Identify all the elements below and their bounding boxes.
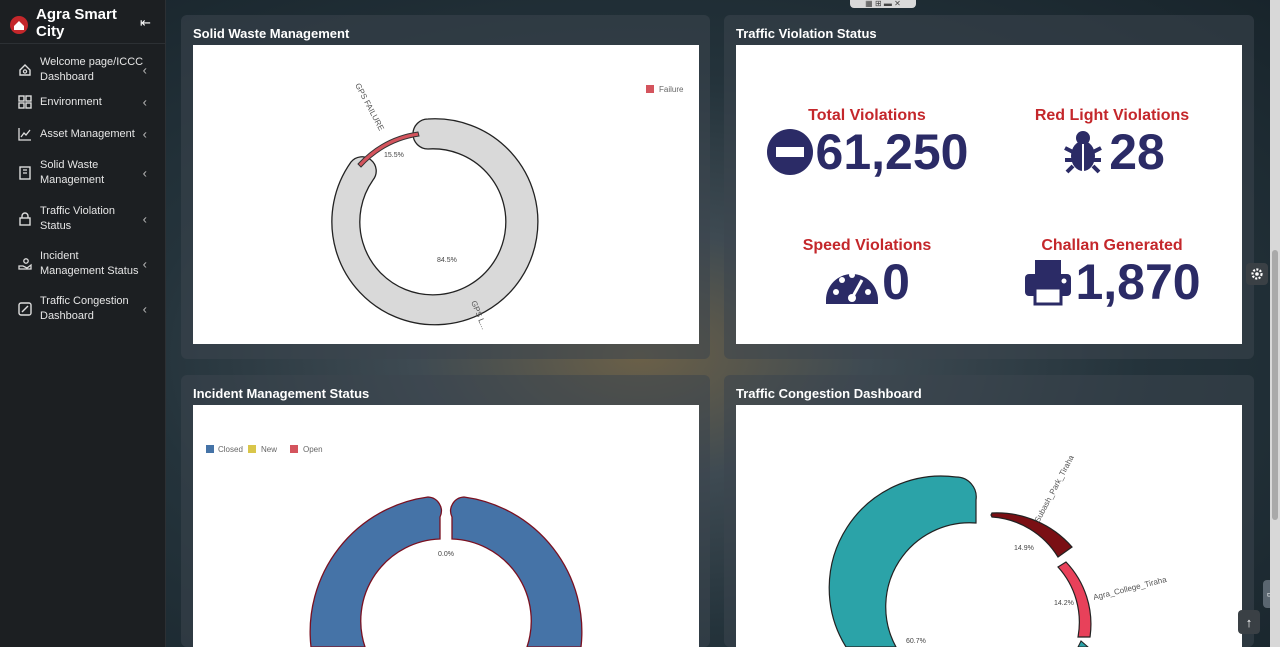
slice-value-label: 14.2% — [1054, 600, 1074, 607]
sidebar-item-label: Incident Management Status — [40, 250, 139, 277]
incident-management-card: Closed New Open 0.0% — [193, 405, 699, 647]
legend-label: Closed — [218, 445, 243, 454]
challan-generated-stat: Challan Generated 1,870 — [1002, 237, 1222, 309]
stat-value: 28 — [1109, 124, 1165, 180]
sidebar-item-environment[interactable]: Environment ‹ — [0, 86, 165, 118]
stat-value: 61,250 — [815, 124, 969, 180]
total-violations-stat: Total Violations 61,250 — [756, 107, 978, 179]
slice-category-label: GPS FAILURE — [353, 82, 386, 133]
slice-value-label: 84.5% — [437, 257, 457, 264]
hand-icon — [17, 256, 33, 272]
incident-donut-chart: Closed New Open 0.0% — [206, 445, 583, 647]
traffic-congestion-card: 14.9% 14.2% 60.7% Subash_Park_Tiraha Agr… — [736, 405, 1242, 647]
chevron-left-icon: ‹ — [142, 165, 147, 181]
panel-title: Traffic Congestion Dashboard — [736, 386, 922, 401]
solid-waste-card: Failure 15.5% 84.5% GPS FAILURE GPS L... — [193, 45, 699, 344]
sidebar-item-welcome[interactable]: Welcome page/ICCC Dashboard ‹ — [0, 54, 165, 86]
brand: Agra Smart City ⇤ — [0, 0, 165, 44]
chevron-left-icon: ‹ — [142, 94, 147, 110]
slice-value-label: 14.9% — [1014, 545, 1034, 552]
red-light-violations-stat: Red Light Violations 28 — [1002, 107, 1222, 179]
legend-swatch-open — [290, 445, 298, 453]
donut-slice-gps-l[interactable] — [331, 118, 539, 326]
slice-category-label: Subash_Park_Tiraha — [1033, 453, 1076, 524]
grid-icon — [17, 94, 33, 110]
donut-slice-closed-left[interactable] — [309, 496, 443, 647]
legend-label: Open — [303, 445, 323, 454]
donut-slice-small[interactable] — [1077, 640, 1089, 647]
page-scrollbar[interactable] — [1270, 0, 1280, 647]
sidebar-item-label: Traffic Congestion Dashboard — [40, 295, 129, 322]
speedometer-icon — [826, 272, 879, 304]
legend-label: New — [261, 445, 277, 454]
settings-gear-button[interactable] — [1246, 263, 1268, 285]
solid-waste-donut-chart: Failure 15.5% 84.5% GPS FAILURE GPS L... — [331, 82, 684, 331]
sidebar-item-label: Solid Waste Management — [40, 159, 105, 186]
chevron-left-icon: ‹ — [142, 301, 147, 317]
donut-slice-other[interactable] — [828, 475, 977, 647]
legend-swatch-closed — [206, 445, 214, 453]
collapse-sidebar-icon[interactable]: ⇤ — [140, 15, 151, 31]
sidebar-item-traffic-congestion[interactable]: Traffic Congestion Dashboard ‹ — [0, 286, 165, 332]
bookmark-icon — [17, 165, 33, 181]
sidebar-item-traffic-violation[interactable]: Traffic Violation Status ‹ — [0, 196, 165, 242]
city-logo-icon — [10, 16, 28, 34]
panel-title: Solid Waste Management — [193, 26, 350, 41]
slice-value-label: 15.5% — [384, 152, 404, 159]
donut-slice-closed-right[interactable] — [449, 496, 583, 647]
slice-value-label: 0.0% — [438, 551, 454, 558]
minus-circle-icon — [766, 129, 813, 175]
sidebar-item-solid-waste[interactable]: Solid Waste Management ‹ — [0, 150, 165, 196]
sidebar: Agra Smart City ⇤ Welcome page/ICCC Dash… — [0, 0, 166, 647]
stat-value: 0 — [882, 254, 910, 310]
slice-category-label: Agra_College_Tiraha — [1092, 575, 1168, 602]
traffic-congestion-donut-chart: 14.9% 14.2% 60.7% Subash_Park_Tiraha Agr… — [828, 453, 1168, 647]
sidebar-item-label: Welcome page/ICCC Dashboard — [40, 56, 144, 83]
scrollbar-thumb[interactable] — [1272, 250, 1278, 520]
chevron-left-icon: ‹ — [142, 126, 147, 142]
speed-violations-stat: Speed Violations 0 — [756, 237, 978, 309]
printer-icon — [1025, 260, 1072, 306]
sidebar-item-incident-management[interactable]: Incident Management Status ‹ — [0, 242, 165, 286]
stat-title: Speed Violations — [802, 237, 932, 254]
chevron-left-icon: ‹ — [142, 211, 147, 227]
chevron-left-icon: ‹ — [142, 62, 147, 78]
lock-icon — [17, 211, 33, 227]
gear-icon — [1251, 268, 1263, 280]
panel-title: Traffic Violation Status — [736, 26, 877, 41]
chevron-left-icon: ‹ — [142, 256, 147, 272]
window-controls[interactable]: ▦ ⊞ ▬ ✕ — [850, 0, 916, 8]
sidebar-item-label: Traffic Violation Status — [40, 205, 116, 232]
traffic-violation-card: Total Violations 61,250 Red Light Violat… — [736, 45, 1242, 344]
scroll-to-top-button[interactable]: ↑ — [1238, 610, 1260, 634]
legend: Failure — [646, 85, 684, 94]
panel-title: Incident Management Status — [193, 386, 370, 401]
legend-swatch-failure — [646, 85, 654, 93]
stat-title: Red Light Violations — [1034, 107, 1190, 124]
sidebar-item-label: Environment — [40, 95, 102, 108]
sidebar-nav: Welcome page/ICCC Dashboard ‹ Environmen… — [0, 54, 165, 332]
home-icon — [17, 62, 33, 78]
slice-value-label: 60.7% — [906, 638, 926, 645]
arrow-up-icon: ↑ — [1245, 614, 1253, 630]
legend: Closed New Open — [206, 445, 323, 454]
edit-icon — [17, 301, 33, 317]
sidebar-item-asset-management[interactable]: Asset Management ‹ — [0, 118, 165, 150]
bug-icon — [1064, 131, 1103, 174]
stat-title: Challan Generated — [1041, 237, 1183, 254]
stat-value: 1,870 — [1075, 254, 1201, 310]
line-chart-icon — [17, 126, 33, 142]
sidebar-item-label: Asset Management — [40, 127, 135, 140]
app-title: Agra Smart City — [36, 6, 117, 40]
legend-label: Failure — [659, 85, 684, 94]
stat-title: Total Violations — [808, 107, 926, 124]
legend-swatch-new — [248, 445, 256, 453]
